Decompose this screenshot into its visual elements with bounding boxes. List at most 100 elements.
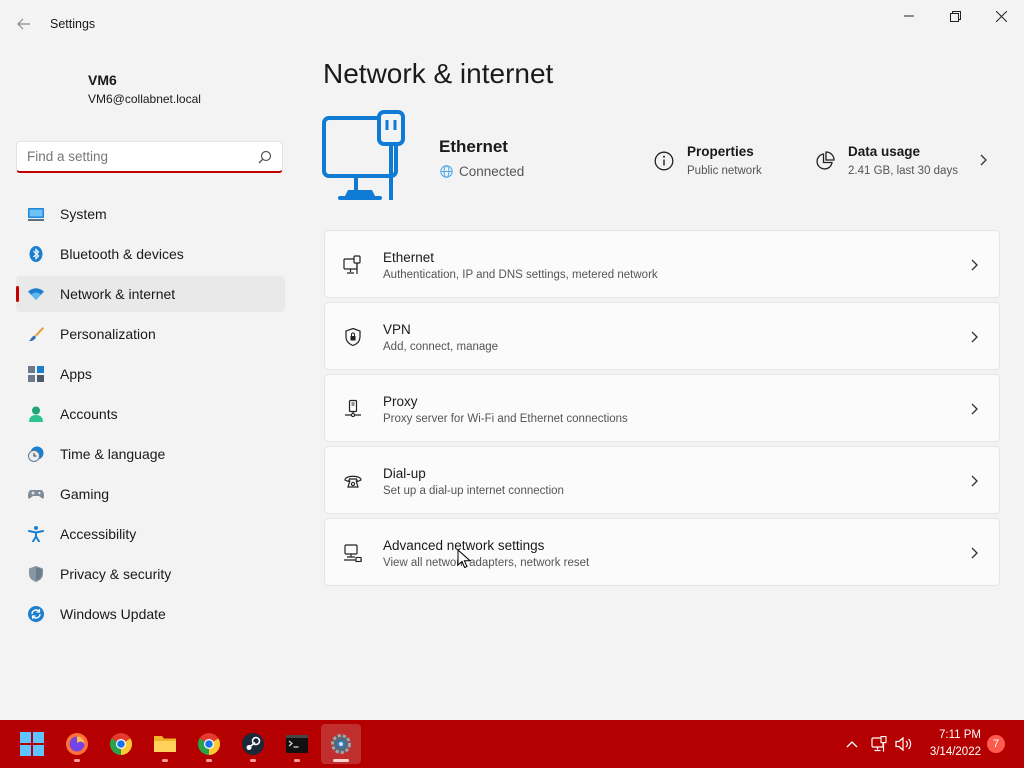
- taskbar-settings[interactable]: [321, 724, 361, 764]
- minimize-button[interactable]: [886, 0, 932, 32]
- close-button[interactable]: [978, 0, 1024, 32]
- brush-icon: [29, 327, 44, 342]
- chevron-right-icon: [971, 331, 978, 343]
- shield-icon: [29, 566, 43, 582]
- volume-tray-button[interactable]: [894, 734, 914, 754]
- notification-count-badge[interactable]: 7: [987, 735, 1005, 753]
- data-usage-title: Data usage: [848, 144, 921, 159]
- card-title: VPN: [383, 322, 411, 337]
- sidebar-item-system[interactable]: System: [16, 196, 285, 232]
- card-title: Ethernet: [383, 250, 435, 265]
- sidebar-item-label: Accounts: [60, 406, 118, 422]
- ethernet-icon: [343, 255, 361, 274]
- back-button[interactable]: [10, 12, 38, 36]
- sidebar-item-personalization[interactable]: Personalization: [16, 316, 285, 352]
- sidebar-item-label: Gaming: [60, 486, 110, 502]
- sidebar-item-time-language[interactable]: Time & language: [16, 436, 285, 472]
- card-ethernet[interactable]: Ethernet Authentication, IP and DNS sett…: [324, 230, 1000, 298]
- card-subtitle: View all network adapters, network reset: [383, 557, 590, 569]
- running-indicator: [74, 759, 80, 762]
- running-indicator: [333, 759, 349, 762]
- taskbar-chrome[interactable]: [101, 724, 141, 764]
- card-subtitle: Proxy server for Wi-Fi and Ethernet conn…: [383, 413, 628, 425]
- window-title: Settings: [50, 17, 96, 31]
- data-usage-subtitle: 2.41 GB, last 30 days: [848, 165, 958, 177]
- start-button[interactable]: [12, 724, 52, 764]
- chevron-up-icon: [846, 741, 858, 748]
- card-subtitle: Authentication, IP and DNS settings, met…: [383, 269, 658, 281]
- sidebar-item-label: Time & language: [60, 446, 166, 462]
- sidebar-item-label: Windows Update: [60, 606, 166, 622]
- chevron-right-icon: [971, 259, 978, 271]
- sidebar-item-apps[interactable]: Apps: [16, 356, 285, 392]
- settings-card-list: Ethernet Authentication, IP and DNS sett…: [324, 230, 1000, 590]
- network-tray-icon: [871, 736, 887, 752]
- connection-status: Connected: [459, 164, 525, 179]
- restore-button[interactable]: [932, 0, 978, 32]
- card-title: Proxy: [383, 394, 418, 409]
- taskbar-terminal[interactable]: [277, 724, 317, 764]
- steam-icon: [242, 733, 264, 755]
- card-advanced-network-settings[interactable]: Advanced network settings View all netwo…: [324, 518, 1000, 586]
- proxy-icon: [345, 399, 361, 418]
- sidebar-item-accounts[interactable]: Accounts: [16, 396, 285, 432]
- bluetooth-icon: [29, 246, 43, 262]
- back-arrow-icon: [17, 18, 30, 30]
- taskbar-file-explorer[interactable]: [145, 724, 185, 764]
- minimize-icon: [904, 15, 914, 17]
- search-box[interactable]: [16, 141, 283, 173]
- restore-icon: [949, 10, 961, 22]
- close-icon: [995, 10, 1007, 22]
- running-indicator: [250, 759, 256, 762]
- clock-globe-icon: [28, 446, 44, 462]
- search-input[interactable]: [27, 149, 247, 164]
- sidebar-item-label: System: [60, 206, 107, 222]
- chrome-icon: [198, 733, 220, 755]
- show-hidden-icons-button[interactable]: [842, 734, 862, 754]
- sidebar-item-accessibility[interactable]: Accessibility: [16, 516, 285, 552]
- speaker-icon: [895, 736, 912, 752]
- sidebar-item-windows-update[interactable]: Windows Update: [16, 596, 285, 632]
- network-tray-button[interactable]: [870, 734, 890, 754]
- ethernet-large-icon: [322, 110, 405, 200]
- windows-logo-icon: [20, 732, 44, 756]
- card-vpn[interactable]: VPN Add, connect, manage: [324, 302, 1000, 370]
- sidebar-item-privacy-security[interactable]: Privacy & security: [16, 556, 285, 592]
- clock-date: 3/14/2022: [929, 746, 981, 758]
- accessibility-icon: [28, 526, 44, 542]
- taskbar-steam[interactable]: [233, 724, 273, 764]
- clock-time: 7:11 PM: [939, 729, 981, 741]
- title-bar: Settings: [0, 0, 1024, 48]
- user-email: VM6@collabnet.local: [88, 92, 201, 106]
- settings-gear-icon: [331, 734, 351, 754]
- sidebar-item-bluetooth[interactable]: Bluetooth & devices: [16, 236, 285, 272]
- card-title: Dial-up: [383, 466, 426, 481]
- search-icon: [258, 150, 272, 164]
- running-indicator: [162, 759, 168, 762]
- sidebar-item-label: Accessibility: [60, 526, 137, 542]
- apps-icon: [28, 366, 44, 382]
- globe-icon: [440, 165, 453, 178]
- wifi-icon: [28, 288, 44, 300]
- user-name: VM6: [88, 72, 117, 88]
- properties-title: Properties: [687, 144, 754, 159]
- sidebar-item-label: Privacy & security: [60, 566, 172, 582]
- sidebar-nav: System Bluetooth & devices Network & int…: [16, 196, 285, 636]
- advanced-network-icon: [344, 544, 362, 563]
- dialup-icon: [344, 475, 362, 488]
- sidebar-item-network[interactable]: Network & internet: [16, 276, 285, 312]
- card-dial-up[interactable]: Dial-up Set up a dial-up internet connec…: [324, 446, 1000, 514]
- update-icon: [28, 606, 44, 622]
- sidebar-item-label: Network & internet: [60, 286, 176, 302]
- taskbar-firefox[interactable]: [57, 724, 97, 764]
- system-icon: [28, 208, 44, 221]
- chevron-right-icon: [980, 154, 987, 166]
- taskbar-chrome-2[interactable]: [189, 724, 229, 764]
- connection-name: Ethernet: [439, 137, 508, 156]
- properties-subtitle: Public network: [687, 165, 762, 177]
- accounts-icon: [29, 406, 43, 422]
- sidebar-item-label: Bluetooth & devices: [60, 246, 184, 262]
- sidebar-item-gaming[interactable]: Gaming: [16, 476, 285, 512]
- card-subtitle: Add, connect, manage: [383, 341, 499, 353]
- card-proxy[interactable]: Proxy Proxy server for Wi-Fi and Etherne…: [324, 374, 1000, 442]
